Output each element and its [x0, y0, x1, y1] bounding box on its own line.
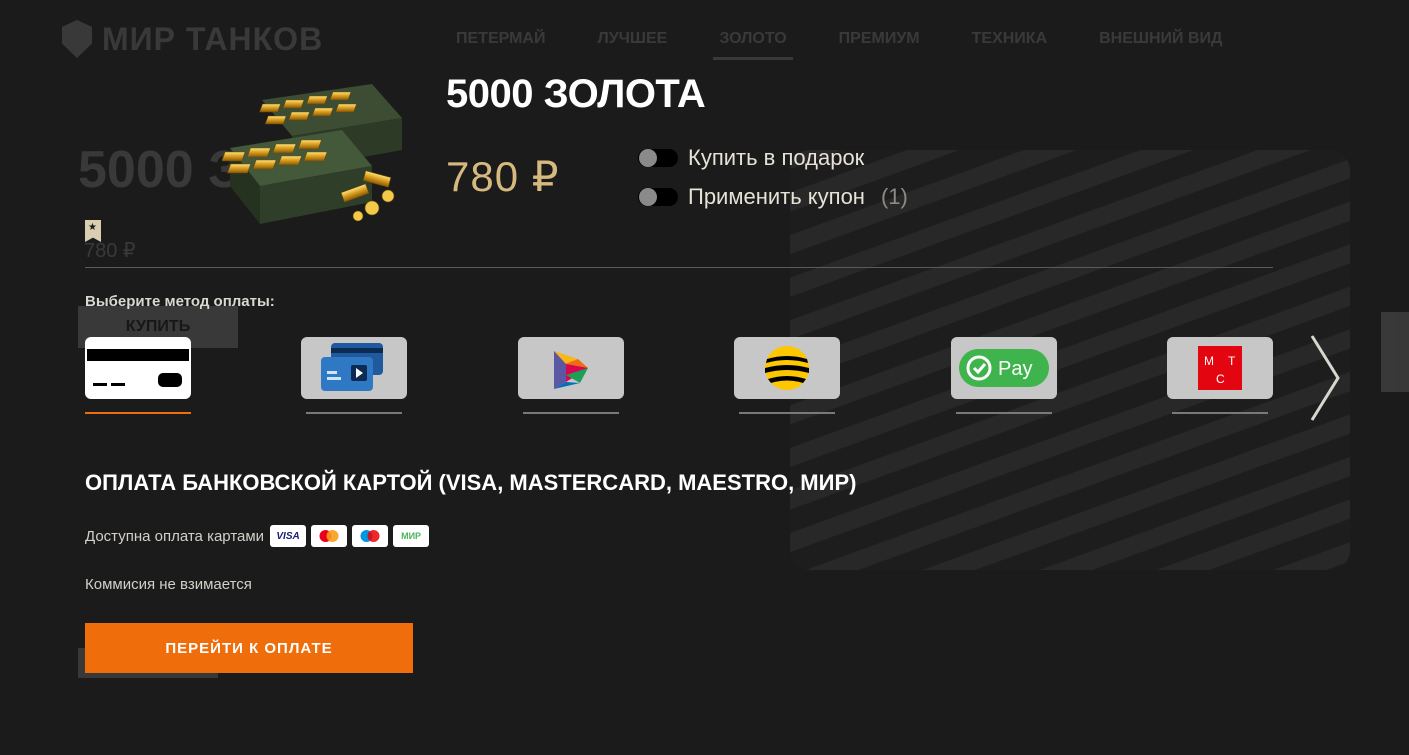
background-nav: ПЕТЕРМАЙ ЛУЧШЕЕ ЗОЛОТО ПРЕМИУМ ТЕХНИКА В…	[456, 30, 1274, 60]
payment-section-title: ОПЛАТА БАНКОВСКОЙ КАРТОЙ (VISA, MASTERCA…	[85, 470, 857, 495]
method-underline-active	[85, 412, 191, 414]
sbp-cards-icon	[321, 343, 383, 391]
accepted-cards-label: Доступна оплата картами	[85, 527, 265, 545]
svg-text:Т: Т	[1228, 354, 1236, 368]
mir-label: МИР	[401, 531, 422, 541]
product-price: 780 ₽	[446, 153, 560, 200]
payment-methods: Pay М Т С	[85, 337, 1273, 417]
chevron-right-icon[interactable]	[1308, 334, 1342, 422]
method-underline	[1172, 412, 1268, 414]
gold-crates-icon	[222, 84, 402, 224]
logo-shield-icon	[62, 20, 92, 58]
background-arrow	[1381, 312, 1409, 392]
coupon-toggle[interactable]	[638, 188, 678, 206]
divider	[85, 267, 1273, 268]
mir-icon: МИР	[393, 525, 430, 547]
svg-text:М: М	[1204, 354, 1214, 368]
nav-item: ПЕТЕРМАЙ	[456, 30, 546, 47]
visa-label: VISA	[276, 530, 300, 542]
method-sbp-cards[interactable]	[301, 337, 407, 399]
nav-item-active: ЗОЛОТО	[713, 30, 794, 60]
maestro-icon	[352, 525, 389, 547]
accepted-cards: Доступна оплата картами VISA МИР	[85, 525, 434, 547]
method-sber-pay[interactable]: Pay	[951, 337, 1057, 399]
sber-pay-icon: Pay	[959, 349, 1049, 387]
method-bank-card[interactable]	[85, 337, 191, 399]
sbp-logo-icon	[554, 351, 588, 389]
method-underline	[523, 412, 619, 414]
coupon-option[interactable]: Применить купон (1)	[638, 184, 908, 210]
method-mts[interactable]: М Т С	[1167, 337, 1273, 399]
logo-text: МИР ТАНКОВ	[102, 20, 324, 57]
gift-toggle[interactable]	[638, 149, 678, 167]
sber-pay-label: Pay	[998, 358, 1032, 380]
nav-item: ТЕХНИКА	[971, 30, 1048, 47]
gift-option[interactable]: Купить в подарок	[638, 145, 864, 171]
site-logo: МИР ТАНКОВ	[62, 16, 323, 62]
method-underline	[956, 412, 1052, 414]
go-to-payment-button[interactable]: Перейти к оплате	[85, 623, 413, 673]
nav-item: ВНЕШНИЙ ВИД	[1099, 30, 1223, 47]
mts-icon: М Т С	[1198, 346, 1242, 390]
commission-text: Коммисия не взимается	[85, 576, 252, 593]
coupon-label: Применить купон	[688, 184, 865, 209]
beeline-icon	[765, 346, 809, 390]
visa-icon: VISA	[270, 525, 307, 547]
product-title: 5000 ЗОЛОТА	[446, 72, 706, 116]
nav-item: ЛУЧШЕЕ	[597, 30, 668, 47]
method-underline	[306, 412, 402, 414]
coupon-count: (1)	[880, 184, 908, 209]
svg-text:С: С	[1216, 372, 1225, 386]
nav-item: ПРЕМИУМ	[838, 30, 920, 47]
method-underline	[739, 412, 835, 414]
method-beeline[interactable]	[734, 337, 840, 399]
payment-method-label: Выберите метод оплаты:	[85, 293, 275, 310]
background-price: 780 ₽	[84, 240, 136, 262]
mastercard-icon	[311, 525, 348, 547]
bank-card-icon	[87, 349, 189, 387]
gift-label: Купить в подарок	[688, 145, 865, 170]
method-sbp[interactable]	[518, 337, 624, 399]
